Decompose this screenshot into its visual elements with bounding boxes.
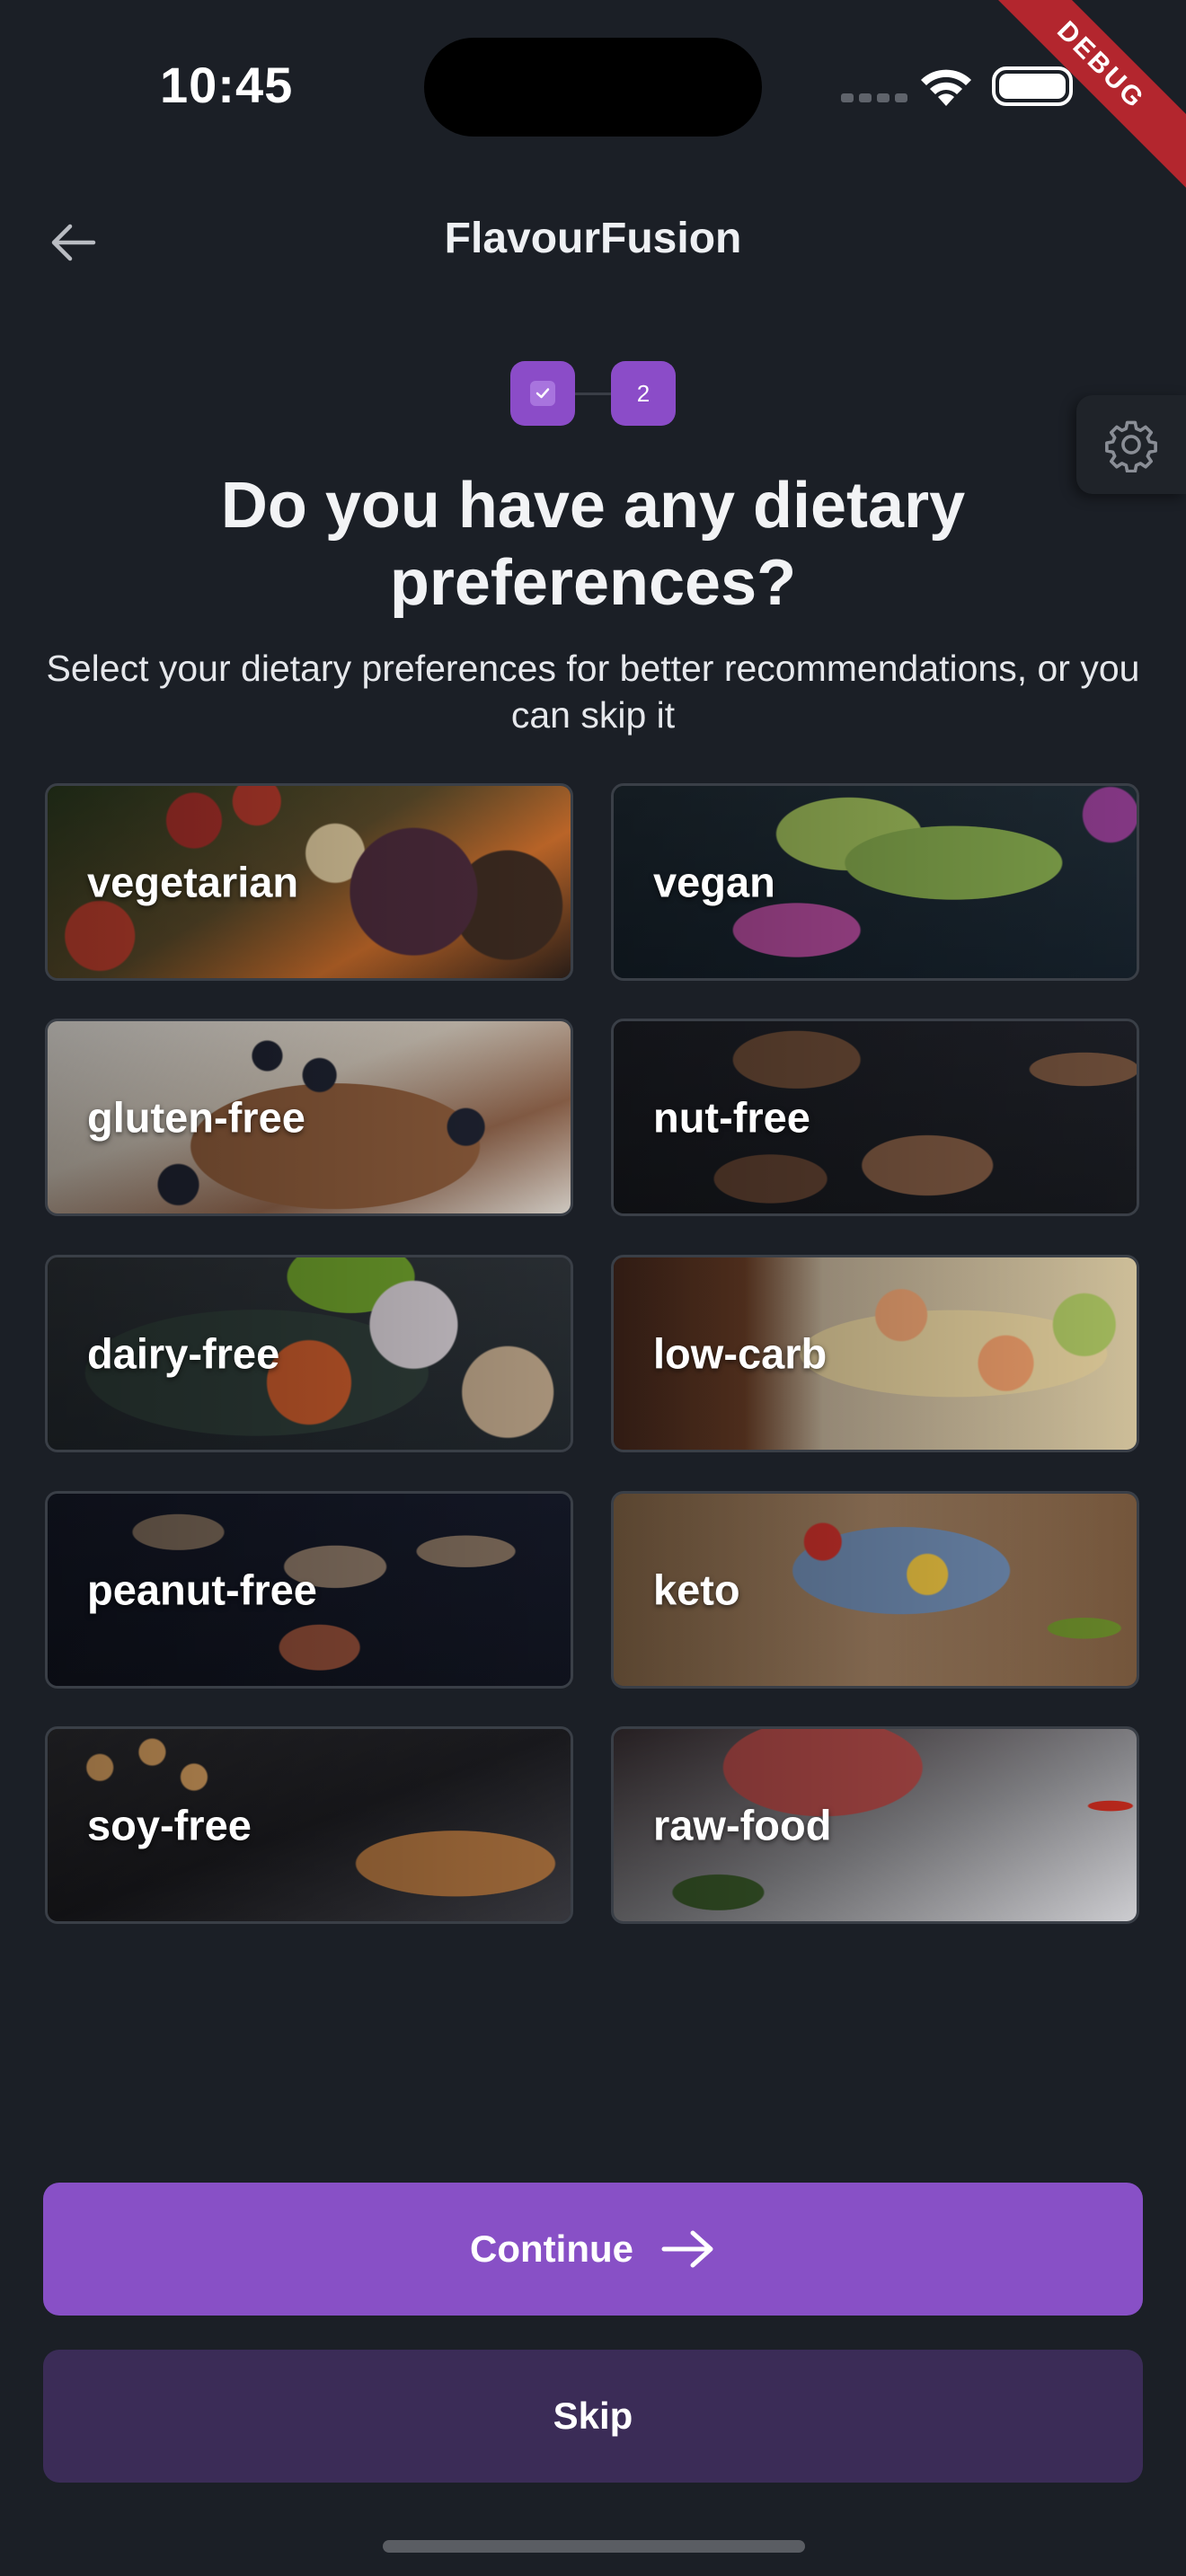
option-card-vegan[interactable]: vegan <box>611 783 1139 981</box>
option-label: vegetarian <box>87 858 299 906</box>
home-indicator <box>383 2540 805 2553</box>
wifi-icon <box>921 69 971 106</box>
option-label: vegan <box>653 858 775 906</box>
app-title: FlavourFusion <box>444 215 742 262</box>
page-heading: Do you have any dietary preferences? <box>220 470 966 619</box>
step-2: 2 <box>611 361 676 426</box>
option-card-low-carb[interactable]: low-carb <box>611 1255 1139 1452</box>
option-card-raw-food[interactable]: raw-food <box>611 1726 1139 1924</box>
option-label: low-carb <box>653 1329 828 1378</box>
dynamic-island <box>424 38 762 137</box>
page-subtitle: Select your dietary preferences for bett… <box>46 648 1140 736</box>
check-icon <box>530 381 555 406</box>
option-label: gluten-free <box>87 1093 305 1142</box>
option-card-nut-free[interactable]: nut-free <box>611 1019 1139 1216</box>
skip-button[interactable]: Skip <box>43 2350 1143 2483</box>
continue-label: Continue <box>470 2228 633 2270</box>
status-time: 10:45 <box>160 57 294 113</box>
option-card-dairy-free[interactable]: dairy-free <box>45 1255 573 1452</box>
option-label: keto <box>653 1566 740 1614</box>
continue-button[interactable]: Continue <box>43 2183 1143 2316</box>
battery-icon <box>992 66 1073 106</box>
option-label: nut-free <box>653 1093 810 1142</box>
option-label: dairy-free <box>87 1329 280 1378</box>
cellular-signal-icon <box>841 93 907 102</box>
option-card-keto[interactable]: keto <box>611 1491 1139 1689</box>
option-card-vegetarian[interactable]: vegetarian <box>45 783 573 981</box>
option-label: soy-free <box>87 1801 252 1849</box>
option-card-gluten-free[interactable]: gluten-free <box>45 1019 573 1216</box>
skip-label: Skip <box>553 2395 633 2437</box>
step-1-completed <box>510 361 575 426</box>
option-label: raw-food <box>653 1801 832 1849</box>
option-card-peanut-free[interactable]: peanut-free <box>45 1491 573 1689</box>
option-card-soy-free[interactable]: soy-free <box>45 1726 573 1924</box>
arrow-right-icon <box>661 2230 713 2268</box>
option-label: peanut-free <box>87 1566 317 1614</box>
step-connector <box>575 393 611 395</box>
gear-icon <box>1105 420 1157 472</box>
